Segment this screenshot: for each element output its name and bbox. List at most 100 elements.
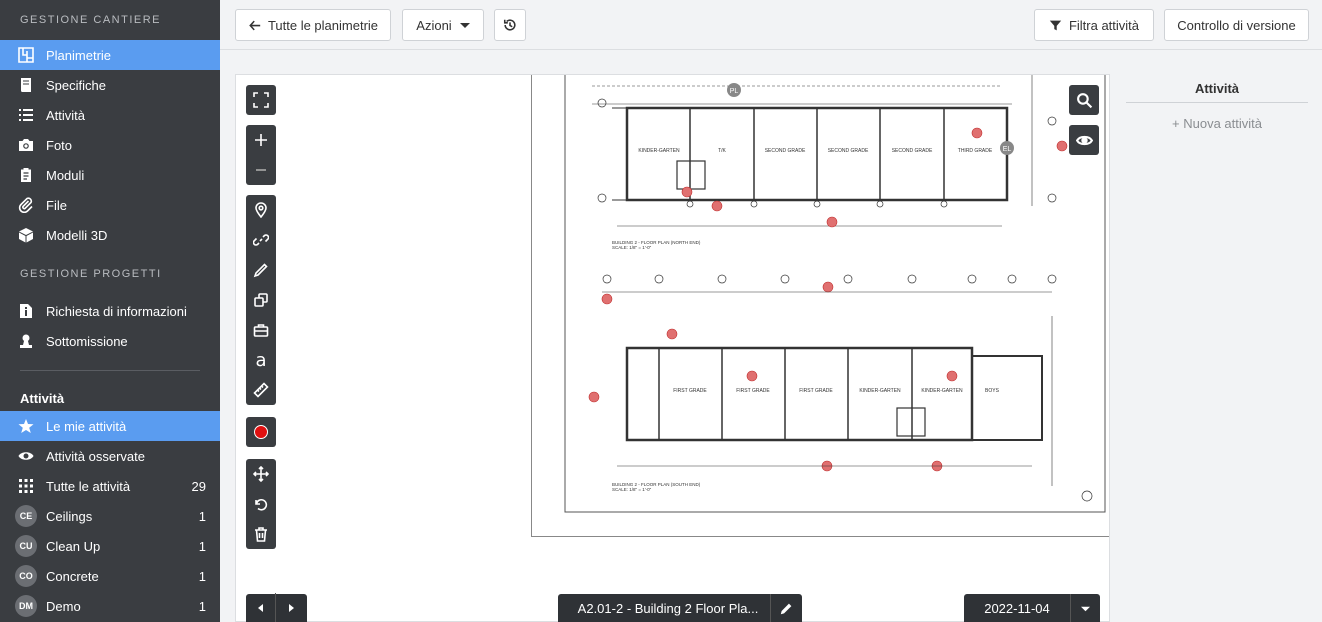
measure-tool[interactable] bbox=[246, 375, 276, 405]
sidebar-item-moduli[interactable]: Moduli bbox=[0, 160, 220, 190]
sidebar-item-richiesta-di-informazioni[interactable]: Richiesta di informazioni bbox=[0, 296, 220, 326]
sidebar-item-modelli-3d[interactable]: Modelli 3D bbox=[0, 220, 220, 250]
room-label: KINDER-GARTEN bbox=[921, 388, 963, 394]
star-icon bbox=[18, 418, 34, 434]
sidebar-item-label: Richiesta di informazioni bbox=[46, 303, 187, 319]
minus-icon bbox=[256, 169, 266, 171]
zoom-out-button[interactable] bbox=[246, 155, 276, 185]
expand-icon bbox=[253, 92, 269, 108]
version-date-selector[interactable]: 2022-11-04 bbox=[964, 594, 1100, 622]
sidebar-item-label: File bbox=[46, 197, 67, 213]
sidebar-item-tutte-le-attivit-[interactable]: Tutte le attività 29 bbox=[0, 471, 220, 501]
pin-tool[interactable] bbox=[246, 195, 276, 225]
fullscreen-button[interactable] bbox=[246, 85, 276, 115]
previous-page-button[interactable] bbox=[246, 593, 276, 622]
room-label: SECOND GRADE bbox=[828, 148, 869, 154]
sidebar-item-label: Modelli 3D bbox=[46, 227, 108, 243]
visibility-button[interactable] bbox=[1069, 125, 1099, 155]
svg-text:EL: EL bbox=[1003, 146, 1012, 153]
search-icon bbox=[1076, 92, 1092, 108]
pen-tool[interactable] bbox=[246, 255, 276, 285]
caret-left-icon bbox=[257, 604, 263, 612]
sidebar-item-label: Moduli bbox=[46, 167, 85, 183]
pencil-icon bbox=[780, 603, 792, 614]
color-group bbox=[246, 417, 276, 447]
svg-text:PL: PL bbox=[730, 88, 739, 95]
color-picker-button[interactable] bbox=[246, 417, 276, 447]
sidebar-item-le-mie-attivit-[interactable]: Le mie attività bbox=[0, 411, 220, 441]
category-count: 1 bbox=[198, 598, 206, 614]
back-to-floorplans-button[interactable]: Tutte le planimetrie bbox=[235, 9, 391, 41]
room-label: KINDER-GARTEN bbox=[859, 388, 901, 394]
new-task-button[interactable]: + Nuova attività bbox=[1126, 116, 1308, 131]
text-tool[interactable]: a bbox=[246, 345, 276, 375]
sidebar: GESTIONE CANTIERE Planimetrie Specifiche A… bbox=[0, 0, 220, 622]
sidebar-item-file[interactable]: File bbox=[0, 190, 220, 220]
map-pin-icon bbox=[255, 202, 267, 218]
sidebar-item-label: Specifiche bbox=[46, 77, 106, 93]
room-label: SECOND GRADE bbox=[765, 148, 806, 154]
section-heading-site: GESTIONE CANTIERE bbox=[20, 14, 162, 26]
toolbox-tool[interactable] bbox=[246, 315, 276, 345]
room-label: THIRD GRADE bbox=[958, 148, 993, 154]
search-button[interactable] bbox=[1069, 85, 1099, 115]
tasks-panel-title: Attività bbox=[1126, 74, 1308, 103]
category-badge: CE bbox=[15, 505, 37, 527]
list-icon bbox=[18, 107, 34, 123]
text-a-icon: a bbox=[255, 349, 267, 371]
version-control-button[interactable]: Controllo di versione bbox=[1164, 9, 1309, 41]
floorplan-icon bbox=[18, 47, 34, 63]
trash-icon bbox=[255, 527, 267, 542]
category-label: Clean Up bbox=[46, 538, 101, 554]
history-icon bbox=[503, 19, 516, 31]
undo-tool[interactable] bbox=[246, 489, 276, 519]
sidebar-divider bbox=[20, 370, 200, 371]
sidebar-item-label: Planimetrie bbox=[46, 47, 112, 63]
caret-down-icon bbox=[1081, 606, 1090, 611]
category-badge: CU bbox=[15, 535, 37, 557]
sheet-selector[interactable]: A2.01-2 - Building 2 Floor Pla... bbox=[558, 594, 802, 622]
category-label: Ceilings bbox=[46, 508, 93, 524]
delete-tool[interactable] bbox=[246, 519, 276, 549]
pencil-icon bbox=[253, 263, 268, 278]
category-count: 1 bbox=[198, 568, 206, 584]
floorplan-viewer[interactable]: KINDER-GARTEN T/K SECOND GRADE SECOND GR… bbox=[235, 74, 1110, 622]
zoom-in-button[interactable] bbox=[246, 125, 276, 155]
sidebar-item-specifiche[interactable]: Specifiche bbox=[0, 70, 220, 100]
sidebar-item-label: Sottomissione bbox=[46, 333, 128, 349]
sidebar-item-foto[interactable]: Foto bbox=[0, 130, 220, 160]
undo-icon bbox=[255, 499, 268, 511]
ruler-icon bbox=[253, 382, 269, 398]
sidebar-item-sottomissione[interactable]: Sottomissione bbox=[0, 326, 220, 356]
version-dropdown-button[interactable] bbox=[1070, 594, 1100, 622]
category-item[interactable]: CE Ceilings 1 bbox=[0, 501, 220, 531]
edit-sheet-button[interactable] bbox=[770, 594, 802, 622]
move-tool[interactable] bbox=[246, 459, 276, 489]
camera-icon bbox=[18, 137, 34, 153]
category-item[interactable]: CO Concrete 1 bbox=[0, 561, 220, 591]
book-icon bbox=[18, 77, 34, 93]
sidebar-item-attivit-osservate[interactable]: Attività osservate bbox=[0, 441, 220, 471]
category-badge: CO bbox=[15, 565, 37, 587]
grid-icon bbox=[18, 478, 34, 494]
floorplan-drawing[interactable]: KINDER-GARTEN T/K SECOND GRADE SECOND GR… bbox=[531, 75, 1109, 537]
shapes-tool[interactable] bbox=[246, 285, 276, 315]
actions-label: Azioni bbox=[416, 17, 452, 33]
actions-dropdown[interactable]: Azioni bbox=[402, 9, 484, 41]
markup-tools-group: a bbox=[246, 195, 276, 405]
category-count: 1 bbox=[198, 538, 206, 554]
zoom-group bbox=[246, 125, 276, 185]
version-date: 2022-11-04 bbox=[984, 600, 1050, 616]
clipboard-icon bbox=[18, 167, 34, 183]
sidebar-item-attivit-[interactable]: Attività bbox=[0, 100, 220, 130]
filter-tasks-button[interactable]: Filtra attività bbox=[1034, 9, 1154, 41]
history-button[interactable] bbox=[494, 9, 526, 41]
category-item[interactable]: DM Demo 1 bbox=[0, 591, 220, 621]
next-page-button[interactable] bbox=[276, 593, 306, 622]
sidebar-item-planimetrie[interactable]: Planimetrie bbox=[0, 40, 220, 70]
info-file-icon bbox=[18, 303, 34, 319]
caret-right-icon bbox=[289, 604, 294, 612]
category-item[interactable]: CU Clean Up 1 bbox=[0, 531, 220, 561]
sidebar-item-label: Foto bbox=[46, 137, 73, 153]
link-tool[interactable] bbox=[246, 225, 276, 255]
